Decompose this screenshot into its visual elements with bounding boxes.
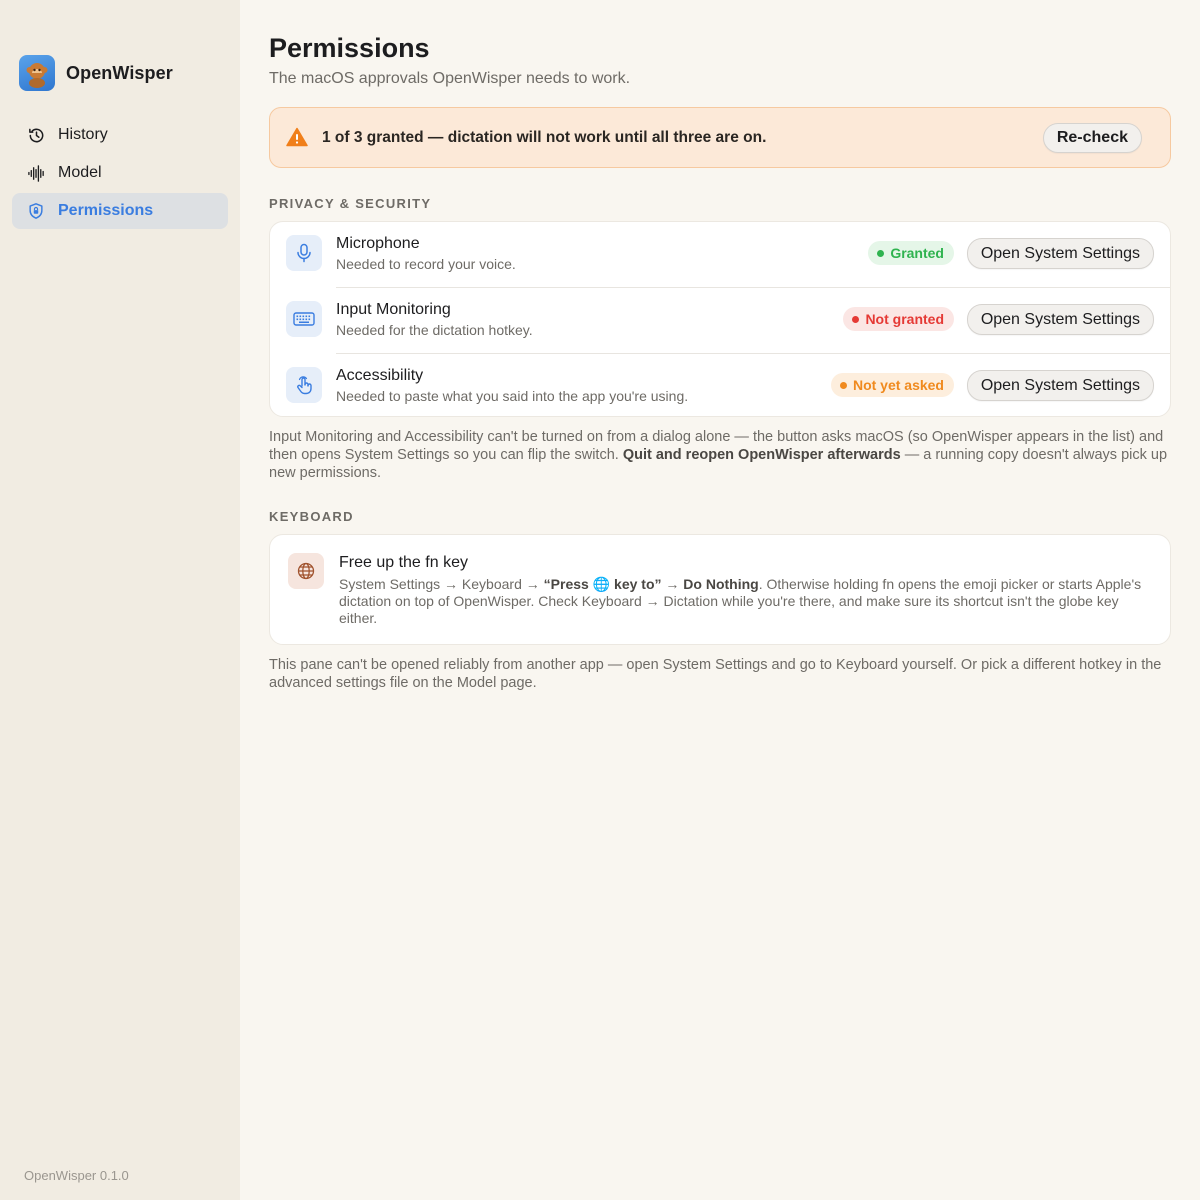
status-badge-not-yet-asked: Not yet asked <box>830 373 954 397</box>
open-system-settings-button[interactable]: Open System Settings <box>966 370 1154 401</box>
main-content: Permissions The macOS approvals OpenWisp… <box>240 0 1200 1200</box>
status-badge-not-granted: Not granted <box>843 307 954 331</box>
sidebar-item-label: Model <box>58 164 102 181</box>
status-text: Not yet asked <box>852 377 944 393</box>
keyboard-note: This pane can't be opened reliably from … <box>269 657 1162 691</box>
sidebar-item-label: Permissions <box>58 202 154 219</box>
recheck-button[interactable]: Re-check <box>1042 123 1142 153</box>
section-label-keyboard: KEYBOARD <box>269 509 354 524</box>
globe-icon <box>288 553 324 589</box>
status-dot <box>852 315 860 323</box>
note-emphasis: Quit and reopen OpenWisper afterwards <box>622 447 901 463</box>
sidebar-item-model[interactable]: Model <box>12 155 228 191</box>
fn-key-card: Free up the fn key System Settings → Key… <box>269 534 1171 645</box>
permission-description: Needed for the dictation hotkey. <box>336 322 533 338</box>
brand: OpenWisper <box>19 55 173 91</box>
status-text: Granted <box>890 245 944 261</box>
status-text: Not granted <box>865 311 944 327</box>
globe-emoji-icon: 🌐 <box>592 576 611 592</box>
waveform-icon <box>26 163 46 183</box>
status-dot <box>877 249 885 257</box>
desc-emphasis: “Press <box>543 576 589 592</box>
permission-title: Input Monitoring <box>336 301 451 318</box>
desc-emphasis: key to” <box>614 576 662 592</box>
app-logo-icon <box>19 55 55 91</box>
alert-text: 1 of 3 granted — dictation will not work… <box>322 128 767 146</box>
status-dot <box>839 381 847 389</box>
fn-key-description: System Settings → Keyboard → “Press 🌐 ke… <box>339 576 1155 627</box>
permission-title: Accessibility <box>336 367 424 384</box>
sidebar-nav: History Model Permissions <box>12 117 228 231</box>
fn-key-title: Free up the fn key <box>339 554 468 571</box>
shield-icon <box>26 201 46 221</box>
sidebar: OpenWisper History Model Permissions Ope… <box>0 0 240 1200</box>
keyboard-icon <box>286 301 322 337</box>
app-name: OpenWisper <box>66 62 173 83</box>
app-version: OpenWisper 0.1.0 <box>24 1168 129 1183</box>
sidebar-item-label: History <box>58 126 108 143</box>
permission-row-accessibility: Accessibility Needed to paste what you s… <box>270 354 1170 416</box>
permission-title: Microphone <box>336 235 420 252</box>
open-system-settings-button[interactable]: Open System Settings <box>966 304 1154 335</box>
section-label-privacy: PRIVACY & SECURITY <box>269 196 432 211</box>
history-icon <box>26 125 46 145</box>
permission-description: Needed to record your voice. <box>336 256 516 272</box>
permission-row-microphone: Microphone Needed to record your voice. … <box>270 222 1170 288</box>
permission-description: Needed to paste what you said into the a… <box>336 388 689 404</box>
desc-text: System Settings → Keyboard → <box>339 576 540 592</box>
warning-icon <box>286 127 308 149</box>
desc-text: → <box>665 576 680 592</box>
page-title: Permissions <box>269 33 430 63</box>
sidebar-item-permissions[interactable]: Permissions <box>12 193 228 229</box>
page-subtitle: The macOS approvals OpenWisper needs to … <box>269 70 631 87</box>
permission-alert: 1 of 3 granted — dictation will not work… <box>269 107 1171 168</box>
sidebar-item-history[interactable]: History <box>12 117 228 153</box>
microphone-icon <box>286 235 322 271</box>
open-system-settings-button[interactable]: Open System Settings <box>966 238 1154 269</box>
permissions-card: Microphone Needed to record your voice. … <box>269 221 1171 417</box>
desc-emphasis: Do Nothing <box>683 576 759 592</box>
hand-pointer-icon <box>286 367 322 403</box>
permission-row-input-monitoring: Input Monitoring Needed for the dictatio… <box>270 288 1170 354</box>
status-badge-granted: Granted <box>868 241 954 265</box>
permissions-note: Input Monitoring and Accessibility can't… <box>269 428 1173 482</box>
